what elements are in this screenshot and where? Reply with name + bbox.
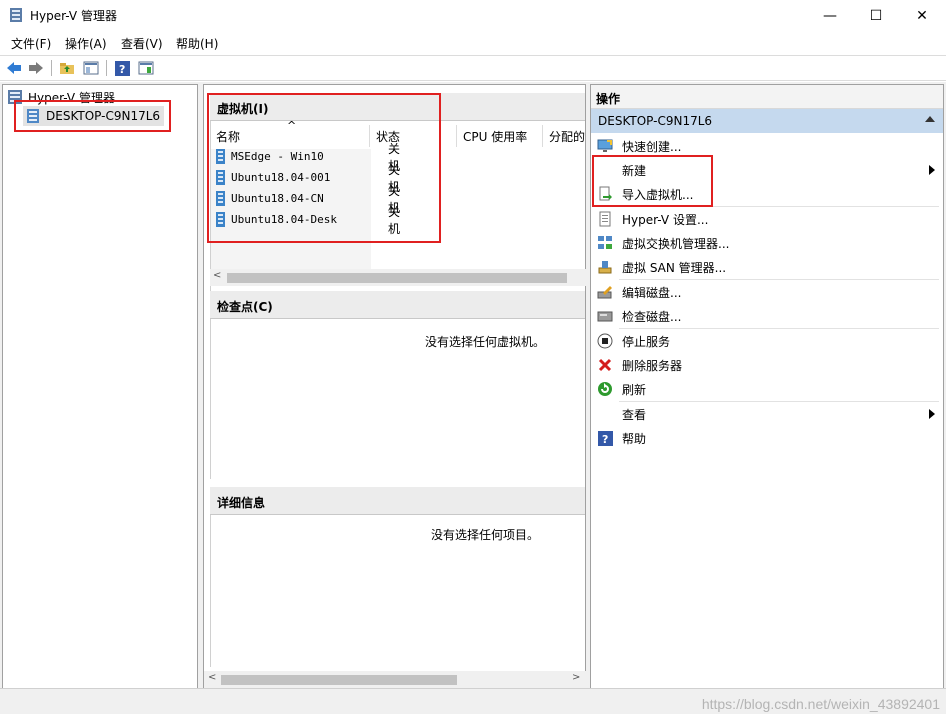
actions-host-header[interactable]: DESKTOP-C9N17L6	[591, 109, 943, 133]
action-label: 检查磁盘...	[622, 309, 682, 324]
column-memory-label: 分配的	[549, 129, 586, 144]
checkpoints-empty-message: 没有选择任何虚拟机。	[425, 335, 546, 349]
settings-icon	[597, 211, 613, 227]
hyperv-app-icon	[10, 8, 22, 22]
vm-list-scrollbar[interactable]: <	[210, 269, 587, 286]
refresh-icon	[597, 381, 613, 397]
action-label: 编辑磁盘...	[622, 285, 682, 300]
submenu-arrow-icon	[929, 409, 935, 419]
title-bar: Hyper-V 管理器 — ☐ ✕	[0, 0, 946, 31]
minimize-button[interactable]: —	[807, 0, 853, 31]
switch-icon	[597, 235, 613, 251]
action-label: 帮助	[622, 431, 647, 446]
action-virtual-san-manager[interactable]: 虚拟 SAN 管理器...	[591, 255, 943, 279]
action-inspect-disk[interactable]: 检查磁盘...	[591, 304, 943, 328]
details-pane: 没有选择任何项目。	[210, 515, 585, 667]
show-hide-action-pane-icon[interactable]	[137, 59, 155, 77]
toolbar-separator	[106, 60, 107, 76]
help-icon[interactable]: ?	[113, 59, 131, 77]
column-header-memory[interactable]: 分配的	[543, 125, 587, 147]
scroll-right-icon[interactable]: >	[572, 672, 580, 683]
scrollbar-thumb[interactable]	[221, 675, 457, 685]
svg-text:?: ?	[602, 433, 608, 446]
details-section-title: 详细信息	[210, 487, 585, 515]
column-header-cpu[interactable]: CPU 使用率	[457, 125, 543, 147]
action-label: 停止服务	[622, 334, 671, 349]
checkpoints-pane: 没有选择任何虚拟机。	[210, 319, 585, 479]
scrollbar-thumb[interactable]	[227, 273, 567, 283]
quick-create-icon	[597, 138, 613, 154]
action-edit-disk[interactable]: 编辑磁盘...	[591, 280, 943, 304]
action-label: Hyper-V 设置...	[622, 212, 709, 227]
menu-bar: 文件(F) 操作(A) 查看(V) 帮助(H)	[0, 31, 946, 55]
action-refresh[interactable]: 刷新	[591, 377, 943, 401]
menu-help[interactable]: 帮助(H)	[176, 35, 218, 52]
action-label: 快速创建...	[622, 139, 682, 154]
close-button[interactable]: ✕	[899, 0, 945, 31]
actions-title: 操作	[591, 85, 943, 109]
checkpoints-section-title: 检查点(C)	[210, 291, 585, 319]
action-virtual-switch-manager[interactable]: 虚拟交换机管理器...	[591, 231, 943, 255]
details-empty-message: 没有选择任何项目。	[431, 528, 540, 542]
forward-arrow-icon[interactable]	[27, 59, 45, 77]
action-label: 虚拟 SAN 管理器...	[622, 260, 727, 275]
delete-icon	[597, 357, 613, 373]
annotation-box-new-import	[592, 155, 713, 207]
svg-text:?: ?	[119, 63, 125, 76]
scroll-left-icon[interactable]: <	[213, 270, 221, 281]
annotation-box-host	[14, 100, 171, 132]
maximize-button[interactable]: ☐	[853, 0, 899, 31]
action-hyperv-settings[interactable]: Hyper-V 设置...	[591, 207, 943, 231]
scroll-left-icon[interactable]: <	[208, 672, 216, 683]
menu-view[interactable]: 查看(V)	[121, 35, 163, 52]
action-label: 虚拟交换机管理器...	[622, 236, 730, 251]
action-view[interactable]: 查看	[591, 402, 943, 426]
action-label: 刷新	[622, 382, 647, 397]
help-icon: ?	[597, 430, 613, 446]
stop-icon	[597, 333, 613, 349]
up-folder-icon[interactable]	[58, 59, 76, 77]
submenu-arrow-icon	[929, 165, 935, 175]
toolbar-separator	[51, 60, 52, 76]
action-remove-server[interactable]: 删除服务器	[591, 353, 943, 377]
menu-file[interactable]: 文件(F)	[11, 35, 51, 52]
collapse-caret-icon[interactable]	[925, 116, 935, 122]
watermark: https://blog.csdn.net/weixin_43892401	[701, 696, 940, 712]
column-cpu-label: CPU 使用率	[463, 129, 528, 144]
annotation-box-vm-list	[207, 93, 441, 243]
action-label: 查看	[622, 407, 647, 422]
san-icon	[597, 259, 613, 275]
inspect-disk-icon	[597, 308, 613, 324]
menu-action[interactable]: 操作(A)	[65, 35, 107, 52]
edit-disk-icon	[597, 284, 613, 300]
navigation-tree: Hyper-V 管理器 DESKTOP-C9N17L6	[2, 84, 198, 690]
toolbar: ?	[0, 55, 946, 81]
window-title: Hyper-V 管理器	[30, 9, 117, 23]
back-arrow-icon[interactable]	[5, 59, 23, 77]
center-horizontal-scrollbar[interactable]: < >	[204, 671, 587, 688]
action-help[interactable]: ? 帮助	[591, 426, 943, 450]
action-stop-service[interactable]: 停止服务	[591, 329, 943, 353]
show-hide-tree-icon[interactable]	[82, 59, 100, 77]
action-label: 删除服务器	[622, 358, 683, 373]
